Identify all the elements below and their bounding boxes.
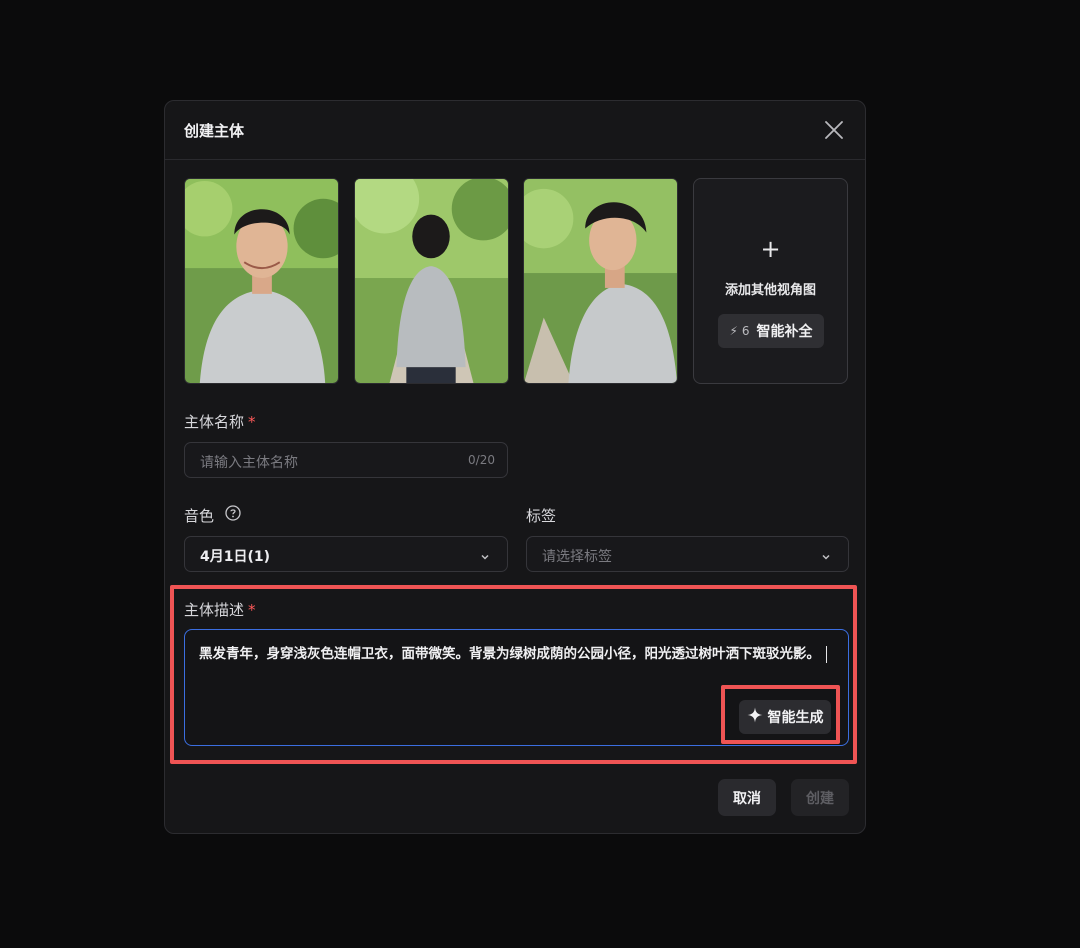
reference-image-back[interactable] [354, 178, 509, 384]
smart-fill-button[interactable]: ⚡ 6 智能补全 [718, 314, 824, 348]
help-circle-icon[interactable] [225, 505, 241, 525]
create-subject-dialog: 创建主体 + 添加其他视角图 ⚡ 6 智能补全 主体名称 * 请输入主体名称 0… [164, 100, 866, 834]
subject-name-input[interactable]: 请输入主体名称 0/20 [184, 442, 508, 478]
subject-name-placeholder: 请输入主体名称 [200, 455, 298, 471]
subject-name-label: 主体名称 * [184, 413, 256, 431]
smart-fill-count: 6 [741, 324, 750, 338]
chevron-down-icon [479, 548, 491, 567]
voice-label: 音色 [184, 505, 241, 526]
bolt-icon: ⚡ [729, 324, 738, 338]
tags-placeholder: 请选择标签 [542, 549, 612, 565]
add-view-card[interactable]: + 添加其他视角图 ⚡ 6 智能补全 [693, 178, 848, 384]
required-mark: * [248, 413, 256, 431]
create-button[interactable]: 创建 [791, 779, 849, 816]
dialog-title: 创建主体 [184, 122, 245, 140]
voice-value: 4月1日(1) [200, 549, 271, 565]
highlight-generate-button [721, 685, 840, 744]
reference-image-side[interactable] [523, 178, 678, 384]
chevron-down-icon [820, 548, 832, 567]
smart-fill-label: 智能补全 [756, 324, 813, 340]
char-counter: 0/20 [468, 453, 495, 467]
close-icon[interactable] [823, 119, 845, 141]
reference-image-front[interactable] [184, 178, 339, 384]
add-view-label: 添加其他视角图 [724, 283, 816, 298]
tags-label: 标签 [526, 507, 557, 525]
voice-select[interactable]: 4月1日(1) [184, 536, 508, 572]
tags-select[interactable]: 请选择标签 [526, 536, 849, 572]
cancel-button[interactable]: 取消 [718, 779, 776, 816]
dialog-header: 创建主体 [165, 101, 865, 160]
plus-icon: + [760, 235, 781, 263]
